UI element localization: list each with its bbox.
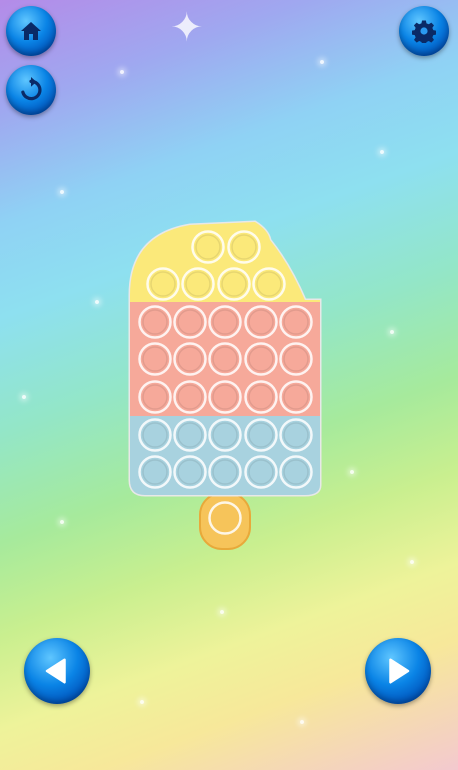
pop-bubble-stick[interactable] — [208, 501, 242, 535]
pop-bubble[interactable] — [146, 267, 180, 301]
pop-bubble[interactable] — [173, 342, 207, 376]
pop-bubble[interactable] — [173, 305, 207, 339]
pop-bubble[interactable] — [173, 455, 207, 489]
pop-bubble[interactable] — [279, 305, 313, 339]
pop-bubble[interactable] — [244, 342, 278, 376]
pop-bubble[interactable] — [208, 418, 242, 452]
pop-bubble[interactable] — [138, 455, 172, 489]
arrow-right-icon — [389, 658, 410, 684]
pop-bubble[interactable] — [244, 305, 278, 339]
pop-bubble[interactable] — [208, 305, 242, 339]
pop-bubble[interactable] — [208, 380, 242, 414]
pop-bubble[interactable] — [138, 380, 172, 414]
pop-bubble[interactable] — [173, 380, 207, 414]
pop-bubble[interactable] — [252, 267, 286, 301]
pop-bubble[interactable] — [279, 380, 313, 414]
pop-bubble[interactable] — [138, 418, 172, 452]
pop-bubble[interactable] — [208, 455, 242, 489]
pop-bubble[interactable] — [279, 342, 313, 376]
pop-bubble[interactable] — [138, 305, 172, 339]
pop-bubble[interactable] — [173, 418, 207, 452]
pop-bubble[interactable] — [191, 230, 225, 264]
pop-bubble[interactable] — [227, 230, 261, 264]
pop-bubble[interactable] — [217, 267, 251, 301]
pop-bubble[interactable] — [244, 418, 278, 452]
arrow-left-icon — [45, 658, 66, 684]
pop-bubble[interactable] — [279, 455, 313, 489]
pop-bubble[interactable] — [279, 418, 313, 452]
next-button[interactable] — [365, 638, 431, 704]
previous-button[interactable] — [24, 638, 90, 704]
pop-bubble[interactable] — [244, 380, 278, 414]
pop-bubble[interactable] — [181, 267, 215, 301]
pop-bubble[interactable] — [244, 455, 278, 489]
pop-bubble[interactable] — [138, 342, 172, 376]
pop-bubble[interactable] — [208, 342, 242, 376]
